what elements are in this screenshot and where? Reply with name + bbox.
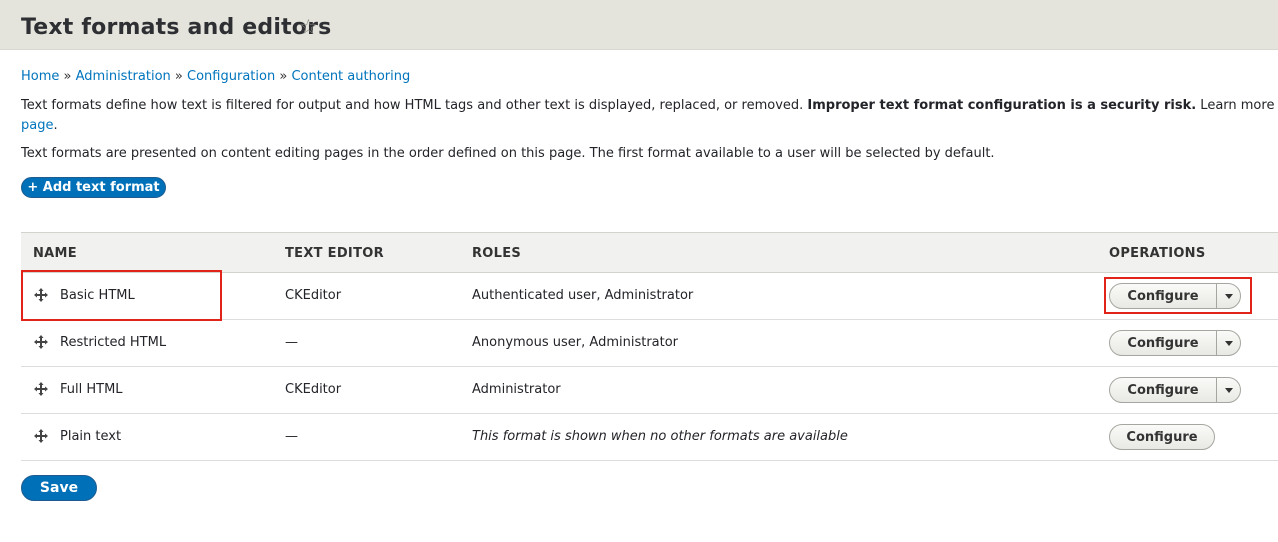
breadcrumb-content-authoring[interactable]: Content authoring [291, 69, 410, 84]
filter-docs-link-end[interactable]: page [21, 118, 53, 133]
format-name: Plain text [60, 429, 122, 444]
save-button[interactable]: Save [21, 475, 97, 501]
operations-toggle[interactable] [1216, 378, 1240, 402]
configure-button[interactable]: Configure [1110, 331, 1216, 355]
format-editor: CKEditor [285, 382, 342, 397]
table-row: Restricted HTML — Anonymous user, Admini… [21, 320, 1278, 367]
star-icon[interactable]: ☆ [299, 17, 318, 38]
breadcrumb: Home » Administration » Configuration » … [21, 69, 410, 84]
format-roles: This format is shown when no other forma… [472, 429, 848, 444]
operations-dropbutton: Configure [1109, 283, 1241, 309]
format-roles: Administrator [472, 382, 561, 397]
chevron-down-icon [1224, 340, 1233, 346]
order-description: Text formats are presented on content ed… [21, 146, 995, 161]
description-text: Text formats define how text is filtered… [21, 98, 808, 113]
format-roles: Authenticated user, Administrator [472, 288, 694, 303]
drag-handle-icon[interactable] [33, 334, 49, 350]
operations-dropbutton: Configure [1109, 424, 1215, 450]
breadcrumb-separator: » [63, 69, 72, 84]
breadcrumb-administration[interactable]: Administration [76, 69, 171, 84]
format-roles: Anonymous user, Administrator [472, 335, 679, 350]
breadcrumb-separator: » [279, 69, 288, 84]
page-title: Text formats and editors [21, 15, 332, 40]
text-formats-table: NAME TEXT EDITOR ROLES OPERATIONS Basic … [21, 232, 1278, 461]
operations-toggle[interactable] [1216, 284, 1240, 308]
operations-dropbutton: Configure [1109, 330, 1241, 356]
chevron-down-icon [1224, 387, 1233, 393]
table-header: NAME TEXT EDITOR ROLES OPERATIONS [21, 232, 1278, 273]
add-text-format-button[interactable]: + Add text format [21, 177, 166, 198]
table-row: Plain text — This format is shown when n… [21, 414, 1278, 461]
format-name: Restricted HTML [60, 335, 167, 350]
column-header-operations: OPERATIONS [1109, 246, 1206, 261]
breadcrumb-configuration[interactable]: Configuration [187, 69, 275, 84]
format-name: Full HTML [60, 382, 123, 397]
column-header-text-editor: TEXT EDITOR [285, 246, 384, 261]
format-editor: — [285, 335, 298, 350]
configure-button[interactable]: Configure [1110, 284, 1216, 308]
format-editor: CKEditor [285, 288, 342, 303]
drag-handle-icon[interactable] [33, 381, 49, 397]
format-name: Basic HTML [60, 288, 135, 303]
column-header-name: NAME [33, 246, 77, 261]
format-editor: — [285, 429, 298, 444]
operations-dropbutton: Configure [1109, 377, 1241, 403]
table-row: Basic HTML CKEditor Authenticated user, … [21, 273, 1278, 320]
drag-handle-icon[interactable] [33, 287, 49, 303]
table-row: Full HTML CKEditor Administrator Configu… [21, 367, 1278, 414]
operations-toggle[interactable] [1216, 331, 1240, 355]
drag-handle-icon[interactable] [33, 428, 49, 444]
configure-button[interactable]: Configure [1110, 425, 1214, 449]
column-header-roles: ROLES [472, 246, 522, 261]
configure-button[interactable]: Configure [1110, 378, 1216, 402]
security-warning: Improper text format configuration is a … [807, 98, 1197, 113]
chevron-down-icon [1224, 293, 1233, 299]
page-description: Text formats define how text is filtered… [21, 96, 1278, 136]
description-text: Learn more on the [1200, 98, 1278, 113]
breadcrumb-home[interactable]: Home [21, 69, 59, 84]
page-header: Text formats and editors ☆ [0, 0, 1278, 50]
description-period: . [53, 118, 58, 133]
breadcrumb-separator: » [174, 69, 183, 84]
